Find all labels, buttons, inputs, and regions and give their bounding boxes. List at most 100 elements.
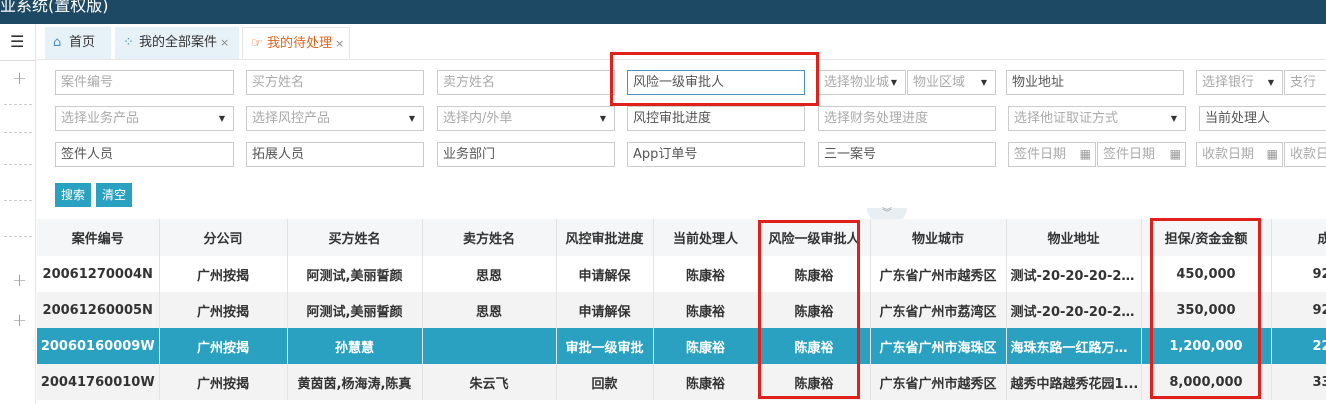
- plus-icon[interactable]: +: [12, 68, 27, 89]
- branch-select[interactable]: 支行: [1284, 70, 1326, 95]
- business-product-select[interactable]: 选择业务产品 ▼: [55, 106, 234, 131]
- table-cell: 陈康裕: [653, 292, 759, 328]
- table-cell: 孙慧慧: [287, 328, 423, 364]
- calendar-icon: ▦: [1079, 147, 1091, 161]
- app-title: 业系统(置权版): [0, 0, 109, 15]
- date-label: 签件日期: [1014, 147, 1067, 162]
- expander-input[interactable]: 拓展人员: [246, 142, 424, 167]
- select-label: 选择物业城: [824, 75, 890, 90]
- risk-product-select[interactable]: 选择风控产品 ▼: [246, 106, 424, 131]
- table-cell: 20060160009W: [37, 328, 160, 364]
- sanyi-case-input[interactable]: 三一案号: [818, 142, 996, 167]
- buyer-name-input[interactable]: 买方姓名: [246, 70, 424, 95]
- table-cell: 广东省广州市海珠区: [870, 328, 1007, 364]
- select-label: 选择业务产品: [61, 111, 140, 126]
- column-header[interactable]: 卖方姓名: [422, 219, 557, 256]
- receipt-date-start[interactable]: 收款日期 ▦: [1196, 142, 1283, 167]
- property-city-select[interactable]: 选择物业城 ▼: [818, 70, 906, 95]
- table-cell: 陈康裕: [653, 328, 759, 364]
- table-cell: 92,: [1271, 256, 1326, 292]
- certificate-method-select[interactable]: 选择他证取证方式 ▼: [1008, 106, 1186, 131]
- tab-label: 首页: [69, 35, 96, 50]
- table-cell: 广州按揭: [159, 256, 288, 292]
- home-icon: ⌂: [53, 35, 62, 50]
- close-icon[interactable]: ×: [220, 36, 229, 49]
- date-label: 签件日期: [1103, 147, 1156, 162]
- table-row[interactable]: 20061270004N 广州按揭 阿测试,美丽誓颜 思恩 申请解保 陈康裕 陈…: [37, 256, 1326, 292]
- case-table: 案件编号 分公司 买方姓名 卖方姓名 风控审批进度 当前处理人 风险一级审批人 …: [37, 219, 1326, 400]
- table-cell: 广东省广州市荔湾区: [870, 292, 1007, 328]
- table-cell: 20061270004N: [37, 256, 160, 292]
- table-cell: 越秀中路越秀花园1...: [1006, 364, 1142, 400]
- tab-all-cases[interactable]: ⁘ 我的全部案件 ×: [115, 27, 239, 59]
- column-header[interactable]: 当前处理人: [653, 219, 759, 256]
- signer-input[interactable]: 签件人员: [55, 142, 234, 167]
- table-cell: 阿测试,美丽誓颜: [287, 292, 423, 328]
- plus-icon[interactable]: +: [12, 310, 27, 331]
- table-cell: [422, 328, 557, 364]
- table-cell: 申请解保: [556, 256, 654, 292]
- current-handler-input[interactable]: 当前处理人: [1199, 106, 1326, 131]
- sidebar-divider: [4, 164, 32, 165]
- table-cell: 思恩: [422, 292, 557, 328]
- seller-name-input[interactable]: 卖方姓名: [437, 70, 615, 95]
- table-cell: 广州按揭: [159, 364, 288, 400]
- department-input[interactable]: 业务部门: [437, 142, 615, 167]
- sidebar-divider: [4, 200, 32, 201]
- date-label: 收款日期: [1202, 147, 1255, 162]
- select-label: 选择银行: [1202, 75, 1255, 90]
- tab-label: 我的全部案件: [139, 35, 218, 50]
- select-label: 选择风控产品: [252, 111, 331, 126]
- receipt-date-end[interactable]: 收款日: [1284, 142, 1326, 167]
- search-button[interactable]: 搜索: [55, 183, 92, 207]
- table-cell: 回款: [556, 364, 654, 400]
- column-header[interactable]: 分公司: [159, 219, 288, 256]
- bank-select[interactable]: 选择银行 ▼: [1196, 70, 1283, 95]
- table-row[interactable]: 20061260005N 广州按揭 阿测试,美丽誓颜 思恩 申请解保 陈康裕 陈…: [37, 292, 1326, 328]
- menu-toggle-icon[interactable]: ☰: [10, 32, 24, 51]
- table-cell: 22,: [1271, 328, 1326, 364]
- table-cell: 测试-20-20-20-20-20...: [1006, 256, 1142, 292]
- app-order-input[interactable]: App订单号: [627, 142, 805, 167]
- column-header[interactable]: 物业城市: [870, 219, 1007, 256]
- table-cell: 广东省广州市越秀区: [870, 256, 1007, 292]
- table-cell: 思恩: [422, 256, 557, 292]
- table-row-selected[interactable]: 20060160009W 广州按揭 孙慧慧 审批一级审批 陈康裕 陈康裕 广东省…: [37, 328, 1326, 364]
- grid-icon: ⁘: [123, 35, 134, 50]
- table-cell: 申请解保: [556, 292, 654, 328]
- sign-date-start[interactable]: 签件日期 ▦: [1008, 142, 1096, 167]
- risk-progress-input[interactable]: 风控审批进度: [627, 106, 805, 131]
- tab-my-pending[interactable]: ☞ 我的待处理 ×: [242, 27, 350, 59]
- close-icon[interactable]: ×: [335, 37, 344, 50]
- caret-down-icon: ▼: [1267, 78, 1274, 87]
- case-number-input[interactable]: 案件编号: [55, 70, 234, 95]
- table-header-row: 案件编号 分公司 买方姓名 卖方姓名 风控审批进度 当前处理人 风险一级审批人 …: [37, 219, 1326, 256]
- column-header[interactable]: 成: [1271, 219, 1326, 256]
- property-area-select[interactable]: 物业区域 ▼: [907, 70, 996, 95]
- property-address-input[interactable]: 物业地址: [1006, 70, 1184, 95]
- clear-button[interactable]: 清空: [96, 183, 133, 207]
- table-cell: 广州按揭: [159, 292, 288, 328]
- select-label: 选择他证取证方式: [1014, 111, 1119, 126]
- hand-pointer-icon: ☞: [251, 36, 263, 51]
- sign-date-end[interactable]: 签件日期 ▦: [1097, 142, 1186, 167]
- column-header[interactable]: 案件编号: [37, 219, 160, 256]
- table-cell: 20041760010W: [37, 364, 160, 400]
- caret-down-icon: ▼: [599, 114, 606, 123]
- sidebar-divider: [4, 132, 32, 133]
- table-cell: 陈康裕: [653, 364, 759, 400]
- inner-outer-select[interactable]: 选择内/外单 ▼: [437, 106, 615, 131]
- column-header[interactable]: 买方姓名: [287, 219, 423, 256]
- table-row[interactable]: 20041760010W 广州按揭 黄茵茵,杨海涛,陈真 朱云飞 回款 陈康裕 …: [37, 364, 1326, 400]
- annotation-box: [1150, 218, 1261, 399]
- finance-progress-select[interactable]: 选择财务处理进度: [818, 106, 996, 131]
- sidebar-divider: [4, 104, 32, 105]
- select-label: 物业区域: [913, 75, 966, 90]
- calendar-icon: ▦: [1169, 147, 1181, 161]
- sidebar-divider: [0, 60, 36, 61]
- caret-down-icon: ▼: [980, 78, 987, 87]
- tab-home[interactable]: ⌂ 首页: [45, 27, 111, 59]
- plus-icon[interactable]: +: [12, 270, 27, 291]
- column-header[interactable]: 风控审批进度: [556, 219, 654, 256]
- column-header[interactable]: 物业地址: [1006, 219, 1142, 256]
